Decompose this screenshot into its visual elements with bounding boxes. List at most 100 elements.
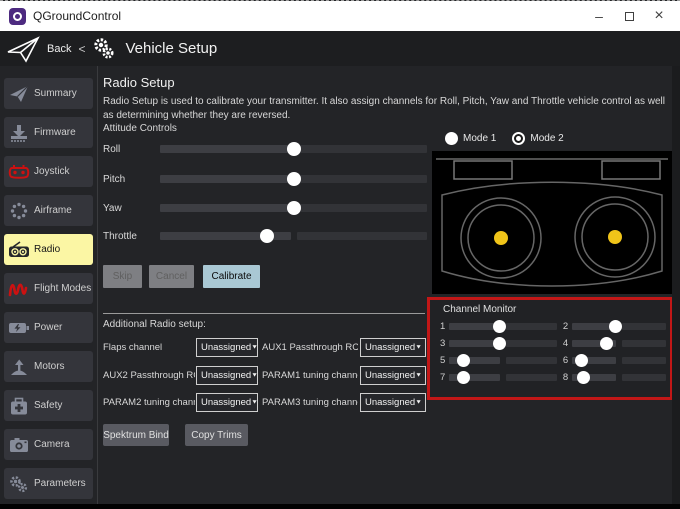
slider-handle[interactable] [493, 337, 506, 350]
minimize-button[interactable]: – [588, 5, 610, 27]
paper-plane-icon [4, 85, 34, 103]
channel-7-slider[interactable] [449, 374, 557, 381]
slider-handle[interactable] [457, 354, 470, 367]
channel-8-slider[interactable] [572, 374, 666, 381]
dropdown-value: Unassigned [201, 397, 251, 408]
slider-label: Pitch [103, 174, 160, 185]
battery-icon [4, 320, 34, 336]
page-mode-title: Vehicle Setup [125, 40, 217, 57]
channel-number: 2 [563, 321, 572, 332]
right-stick-dot [608, 230, 622, 244]
back-button[interactable]: Back [47, 43, 71, 55]
download-icon [4, 124, 34, 142]
maximize-icon [625, 12, 634, 21]
sidebar-item-power[interactable]: Power [4, 312, 93, 343]
sidebar-item-summary[interactable]: Summary [4, 78, 93, 109]
dropdown-value: Unassigned [365, 370, 415, 381]
attitude-slider-roll: Roll [103, 142, 433, 156]
channel-6-slider[interactable] [572, 357, 666, 364]
slider-track[interactable] [160, 145, 427, 153]
sidebar-item-label: Safety [34, 400, 62, 411]
slider-track[interactable] [160, 175, 427, 183]
section-divider [103, 313, 425, 314]
channel-dropdown-aux2-passthrough-rc-ch[interactable]: Unassigned▼ [196, 366, 258, 385]
channel-dropdown-flaps-channel[interactable]: Unassigned▼ [196, 338, 258, 357]
slider-handle[interactable] [260, 229, 274, 243]
chevron-down-icon: ▼ [251, 400, 258, 406]
radio-button-icon [512, 132, 525, 145]
channel-1-slider[interactable] [449, 323, 557, 330]
radio-setup-content: Radio Setup Radio Setup is used to calib… [97, 66, 672, 504]
maximize-button[interactable] [618, 5, 640, 27]
slider-handle[interactable] [287, 172, 301, 186]
sidebar-item-label: Parameters [34, 478, 86, 489]
gears-icon [4, 475, 34, 493]
slider-track[interactable] [160, 232, 427, 240]
channel-2-slider[interactable] [572, 323, 666, 330]
window-title: QGroundControl [33, 9, 121, 23]
slider-label: Throttle [103, 231, 160, 242]
page-title: Radio Setup [103, 75, 175, 90]
sidebar-item-parameters[interactable]: Parameters [4, 468, 93, 499]
sidebar-item-label: Joystick [34, 166, 70, 177]
slider-handle[interactable] [575, 354, 588, 367]
vertical-scrollbar[interactable] [672, 66, 680, 504]
slider-handle[interactable] [287, 142, 301, 156]
mode-radio-mode-2[interactable]: Mode 2 [512, 132, 563, 145]
chevron-down-icon: ▼ [415, 373, 422, 379]
cancel-button[interactable]: Cancel [149, 265, 194, 288]
channel-4-slider[interactable] [572, 340, 666, 347]
slider-handle[interactable] [457, 371, 470, 384]
radio-button-icon [445, 132, 458, 145]
slider-label: Yaw [103, 203, 160, 214]
channel-dropdown-param1-tuning-channel[interactable]: Unassigned▼ [360, 366, 426, 385]
channel-dropdown-param2-tuning-channel[interactable]: Unassigned▼ [196, 393, 258, 412]
sidebar-item-motors[interactable]: Motors [4, 351, 93, 382]
channel-number: 6 [563, 355, 572, 366]
attitude-controls-label: Attitude Controls [103, 123, 177, 134]
sidebar-item-label: Motors [34, 361, 65, 372]
spektrum-bind-button[interactable]: Spektrum Bind [103, 424, 169, 446]
mode-radio-mode-1[interactable]: Mode 1 [445, 132, 496, 145]
channel-number: 7 [440, 372, 449, 383]
sidebar: Summary Firmware Joystick Airframe Radio Flig… [0, 66, 97, 504]
sidebar-item-label: Camera [34, 439, 70, 450]
slider-handle[interactable] [600, 337, 613, 350]
copy-trims-button[interactable]: Copy Trims [185, 424, 248, 446]
dropdown-value: Unassigned [201, 342, 251, 353]
chevron-down-icon: ▼ [251, 373, 258, 379]
dropdown-value: Unassigned [365, 397, 415, 408]
paper-plane-toolbar-icon[interactable] [6, 35, 40, 63]
attitude-slider-throttle: Throttle [103, 229, 433, 243]
channel-number: 1 [440, 321, 449, 332]
channel-monitor-row: 34 [440, 337, 666, 350]
channel-5-slider[interactable] [449, 357, 557, 364]
slider-handle[interactable] [577, 371, 590, 384]
sidebar-item-airframe[interactable]: Airframe [4, 195, 93, 226]
mode-label: Mode 2 [530, 133, 563, 144]
channel-dropdown-param3-tuning-channel[interactable]: Unassigned▼ [360, 393, 426, 412]
attitude-slider-yaw: Yaw [103, 201, 433, 215]
channel-field-label: Flaps channel [103, 342, 195, 353]
channel-dropdown-aux1-passthrough-rc-ch[interactable]: Unassigned▼ [360, 338, 426, 357]
breadcrumb-separator: < [78, 42, 85, 56]
sidebar-item-radio[interactable]: Radio [4, 234, 93, 265]
left-stick-dot [494, 231, 508, 245]
slider-handle[interactable] [493, 320, 506, 333]
channel-3-slider[interactable] [449, 340, 557, 347]
skip-button[interactable]: Skip [103, 265, 142, 288]
slider-handle[interactable] [609, 320, 622, 333]
channel-field-label: AUX1 Passthrough RC ch [262, 342, 358, 353]
sidebar-item-label: Firmware [34, 127, 76, 138]
sidebar-item-joystick[interactable]: Joystick [4, 156, 93, 187]
close-button[interactable]: × [648, 5, 670, 27]
radio-icon [4, 241, 34, 258]
sidebar-item-flight-modes[interactable]: Flight Modes [4, 273, 93, 304]
sidebar-item-safety[interactable]: Safety [4, 390, 93, 421]
slider-track[interactable] [160, 204, 427, 212]
calibrate-button[interactable]: Calibrate [203, 265, 260, 288]
channel-field-label: PARAM1 tuning channel [262, 370, 358, 381]
sidebar-item-firmware[interactable]: Firmware [4, 117, 93, 148]
sidebar-item-camera[interactable]: Camera [4, 429, 93, 460]
slider-handle[interactable] [287, 201, 301, 215]
